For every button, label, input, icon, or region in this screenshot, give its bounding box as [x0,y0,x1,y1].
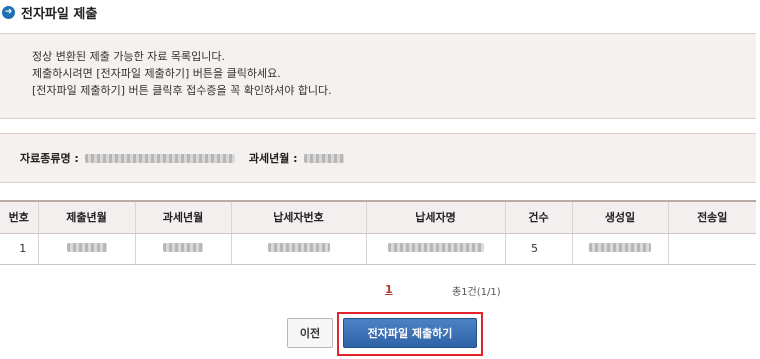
submission-table: 번호 제출년월 과세년월 납세자번호 납세자명 건수 생성일 전송일 1 5 [0,200,756,265]
col-header: 과세년월 [135,200,232,234]
table-row[interactable]: 1 5 [0,233,756,265]
info-line: 정상 변환된 제출 가능한 자료 목록입니다. [32,50,226,63]
filter-box: 자료종류명 : 과세년월 : [0,133,756,183]
col-header: 번호 [0,200,39,234]
cell-count: 5 [505,233,573,265]
doc-type-label: 자료종류명 : [20,152,79,165]
tax-year-label: 과세년월 : [248,152,298,165]
submit-file-button[interactable]: 전자파일 제출하기 [343,318,477,348]
col-header: 생성일 [572,200,669,234]
cell-taxpayer-no [231,233,367,265]
page-link-current[interactable]: 1 [385,283,393,296]
info-line: [전자파일 제출하기] 버튼 클릭후 접수증을 꼭 확인하셔야 합니다. [32,84,332,97]
cell-created-date [572,233,669,265]
col-header: 납세자번호 [231,200,367,234]
info-box: 정상 변환된 제출 가능한 자료 목록입니다. 제출하시려면 [전자파일 제출하… [0,33,756,119]
page-summary: 총1건(1/1) [452,287,501,298]
doc-type-value-redacted [84,153,235,163]
col-header: 제출년월 [38,200,136,234]
prev-button[interactable]: 이전 [287,318,333,348]
table-header-row: 번호 제출년월 과세년월 납세자번호 납세자명 건수 생성일 전송일 [0,200,756,234]
cell-tax-month [135,233,232,265]
cell-sent-date [668,233,756,265]
cell-no: 1 [0,233,39,265]
pagination: 1 총1건(1/1) [0,283,756,298]
info-line: 제출하시려면 [전자파일 제출하기] 버튼을 클릭하세요. [32,67,281,80]
col-header: 건수 [505,200,573,234]
page-title: ➜ 전자파일 제출 [2,2,97,22]
arrow-right-circle-icon: ➜ [2,5,15,19]
col-header: 전송일 [668,200,756,234]
cell-submit-month [38,233,136,265]
tax-year-value-redacted [303,153,344,163]
col-header: 납세자명 [366,200,506,234]
cell-taxpayer-name [366,233,506,265]
page-title-text: 전자파일 제출 [21,6,98,22]
